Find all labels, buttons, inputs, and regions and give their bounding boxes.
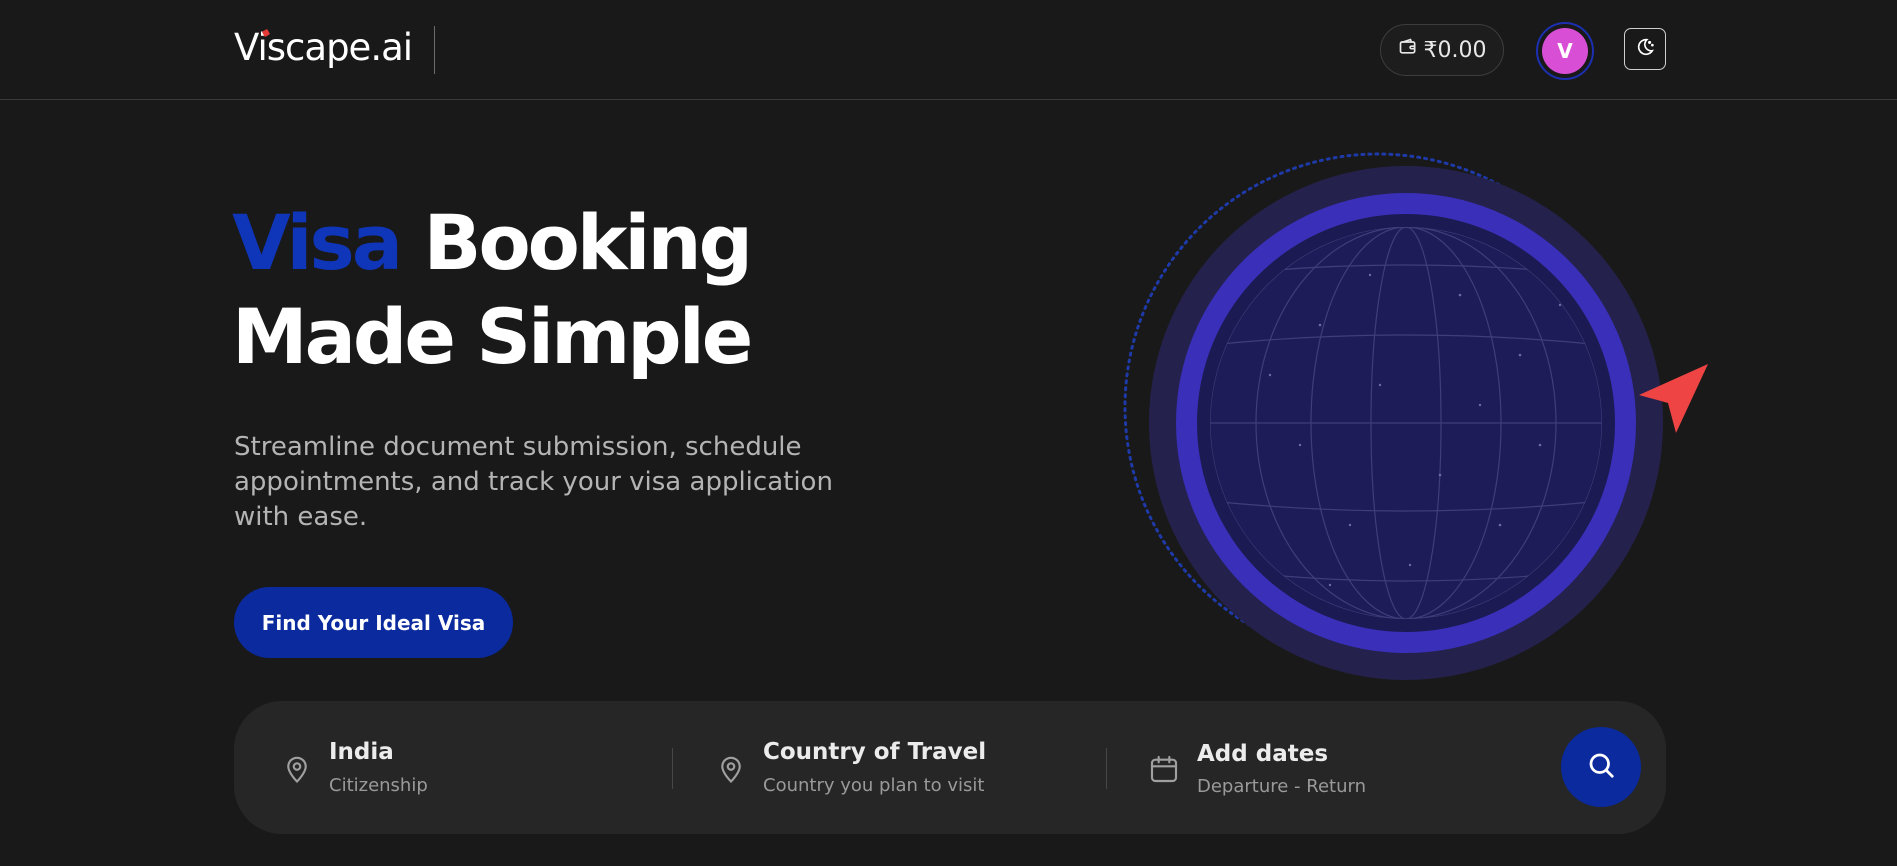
user-avatar-button[interactable]: V [1536, 22, 1594, 80]
search-icon [1586, 750, 1616, 784]
hero-subtitle: Streamline document submission, schedule… [234, 432, 833, 532]
globe-illustration [1120, 145, 1720, 695]
location-pin-icon [282, 753, 312, 785]
wallet-icon [1398, 37, 1418, 63]
avatar: V [1542, 28, 1588, 74]
dates-field[interactable]: Add dates Departure - Return [1108, 701, 1528, 834]
field-divider [1106, 748, 1107, 789]
hero-title-line1: Booking [423, 198, 753, 287]
find-visa-button[interactable]: Find Your Ideal Visa [234, 587, 513, 658]
dates-title: Add dates [1197, 741, 1329, 767]
theme-toggle-button[interactable] [1624, 28, 1666, 70]
hero-title-line2: Made Simple [232, 292, 753, 381]
visa-search-bar: India Citizenship Country of Travel Coun… [234, 701, 1666, 834]
wallet-balance-button[interactable]: ₹0.00 [1380, 24, 1504, 76]
moon-icon [1634, 36, 1656, 62]
calendar-icon [1148, 753, 1178, 785]
header-divider [434, 26, 435, 74]
country-of-travel-field[interactable]: Country of Travel Country you plan to vi… [674, 701, 1104, 834]
location-pin-icon [716, 753, 746, 785]
dates-hint: Departure - Return [1197, 776, 1367, 797]
citizenship-value: India [329, 739, 394, 765]
hero-title-accent: Visa [232, 198, 403, 287]
logo[interactable]: Viscape.ai [234, 26, 413, 69]
hero-title: Visa Booking Made Simple [232, 196, 753, 384]
search-button[interactable] [1561, 727, 1641, 807]
field-divider [672, 748, 673, 789]
citizenship-field[interactable]: India Citizenship [234, 701, 668, 834]
country-of-travel-title: Country of Travel [763, 739, 987, 765]
wallet-balance: ₹0.00 [1423, 37, 1487, 63]
country-of-travel-hint: Country you plan to visit [763, 775, 985, 796]
top-navbar: Viscape.ai ₹0.00 V [0, 0, 1897, 100]
citizenship-label: Citizenship [329, 775, 428, 796]
